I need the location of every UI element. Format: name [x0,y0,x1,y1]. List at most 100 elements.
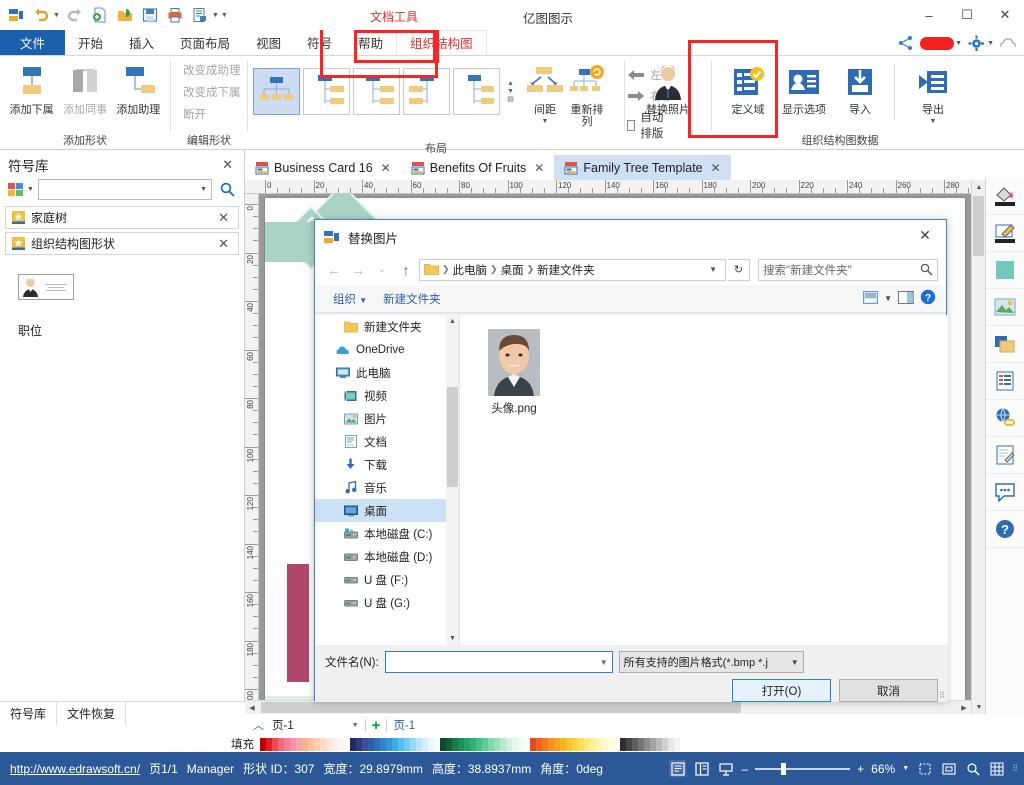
filename-dropdown-caret[interactable]: ▼ [600,658,608,667]
nav-scroll-down[interactable]: ▼ [446,632,459,645]
breadcrumb-dropdown-caret[interactable]: ▼ [705,265,721,274]
layers-icon[interactable] [986,326,1024,363]
qat-more-caret[interactable]: ▼ [221,12,228,19]
dialog-file-list[interactable]: 头像.png [459,315,948,645]
chevron-up-icon[interactable]: ︿ [251,717,266,733]
theme-color-icon[interactable] [986,252,1024,289]
cancel-button[interactable]: 取消 [839,679,938,702]
nav-pane-item-9[interactable]: 本地磁盘 (C:) [315,522,459,545]
nav-pane-item-3[interactable]: 视频 [315,384,459,407]
view-layout-icon[interactable] [863,290,879,307]
website-link[interactable]: http://www.edrawsoft.cn/ [10,762,140,776]
data-list-icon[interactable] [986,363,1024,400]
cloud-icon[interactable] [998,33,1018,53]
zoom-dropdown-caret[interactable]: ▼ [902,765,909,772]
search-icon[interactable] [216,182,238,197]
nav-scroll-thumb[interactable] [447,387,458,487]
horizontal-ruler[interactable]: 0 20 40 60 80 100 120 140 160 180 200 220 240 260 280 [245,180,985,194]
library-item-org-chart-shapes[interactable]: 组织结构图形状 ✕ [5,232,239,255]
breadcrumb-item-0[interactable]: 此电脑 [453,262,488,278]
tab-home[interactable]: 开始 [65,30,116,55]
zoom-in-button[interactable]: + [857,762,864,776]
redo-icon[interactable] [65,5,85,25]
help-icon[interactable]: ? [986,511,1024,548]
help-icon-dialog[interactable]: ? [920,289,936,308]
doc-tab-business-card-16[interactable]: Business Card 16 ✕ [245,155,401,180]
gallery-scroll-up[interactable]: ▲ [505,80,516,87]
account-dropdown-caret[interactable]: ▼ [955,40,962,47]
nav-pane-scrollbar[interactable]: ▲ ▼ [446,315,459,645]
dialog-search-input[interactable]: 搜索"新建文件夹" [758,258,938,281]
nav-pane-item-5[interactable]: 文档 [315,430,459,453]
bottom-tab-file-recovery[interactable]: 文件恢复 [57,702,127,725]
tab-insert[interactable]: 插入 [116,30,167,55]
open-folder-icon[interactable] [115,5,135,25]
save-icon[interactable] [140,5,160,25]
gear-icon[interactable] [966,33,986,53]
zoom-slider-track[interactable] [755,762,851,775]
notes-icon[interactable] [986,437,1024,474]
presentation-icon[interactable] [717,760,734,777]
preview-pane-icon[interactable] [898,290,914,307]
export-dropdown-caret[interactable]: ▼ [212,12,219,19]
define-field-button[interactable]: 定义域 [720,60,776,116]
nav-back-button[interactable]: ← [323,259,345,281]
vertical-scrollbar[interactable]: ▲ ▼ [971,180,986,714]
spacing-caret[interactable]: ▼ [542,118,549,125]
spacing-button[interactable]: 间距 ▼ [524,60,566,125]
organize-caret[interactable]: ▼ [359,296,367,305]
fill-swatch[interactable] [674,737,680,751]
dialog-navigation-pane[interactable]: 新建文件夹 OneDrive 此电脑 视频 图片 文档 下载 音乐 桌面 本地磁盘 (C:) 本地磁… [315,315,459,645]
tab-page-layout[interactable]: 页面布局 [167,30,243,55]
horizontal-scroll-thumb[interactable] [261,702,741,713]
minimize-button[interactable]: – [910,0,948,30]
library-chooser-icon[interactable] [8,182,26,198]
breadcrumb-item-1[interactable]: 桌面 [501,262,524,278]
filename-input[interactable]: ▼ [384,651,613,673]
filetype-caret[interactable]: ▼ [787,658,799,667]
grid-icon[interactable] [988,760,1005,777]
breadcrumb[interactable]: ❯ 此电脑 ❯ 桌面 ❯ 新建文件夹 ▼ [419,258,726,281]
zoom-slider-knob[interactable] [781,762,787,775]
scroll-right-arrow[interactable]: ▶ [957,701,971,715]
add-assistant-button[interactable]: 添加助理 [112,60,165,116]
scroll-down-arrow[interactable]: ▼ [972,700,986,714]
scroll-up-arrow[interactable]: ▲ [972,180,986,194]
open-button[interactable]: 打开(O) [732,679,831,702]
settings-dropdown-caret[interactable]: ▼ [987,40,994,47]
vertical-scroll-thumb[interactable] [973,196,984,256]
library-item-family-tree[interactable]: 家庭树 ✕ [5,206,239,229]
fit-page-icon[interactable] [916,760,933,777]
search-dropdown-caret[interactable]: ▼ [200,186,207,193]
filetype-select[interactable]: 所有支持的图片格式(*.bmp *.j ▼ [618,651,804,673]
decorative-pink-bar[interactable] [287,564,309,682]
add-page-button[interactable]: + [372,717,381,734]
import-button[interactable]: 导入 [832,60,888,116]
tab-symbols[interactable]: 符号 [294,30,345,55]
change-to-assistant-button[interactable]: 改变成助理 [179,60,245,82]
split-view-icon[interactable] [693,760,710,777]
replace-photo-button[interactable]: 替换照片 [631,60,705,116]
undo-icon[interactable] [31,5,51,25]
close-symbol-library-icon[interactable]: ✕ [219,157,236,173]
export-icon[interactable] [190,5,210,25]
doc-tab-benefits-of-fruits[interactable]: Benefits Of Fruits ✕ [401,155,555,180]
new-file-icon[interactable] [90,5,110,25]
nav-pane-item-12[interactable]: U 盘 (G:) [315,591,459,614]
zoom-select-icon[interactable] [964,760,981,777]
file-item-avatar[interactable]: 头像.png [474,329,554,416]
add-subordinate-button[interactable]: 添加下属 [5,60,58,116]
fill-icon[interactable] [986,178,1024,215]
nav-up-button[interactable]: ↑ [395,259,417,281]
nav-pane-item-7[interactable]: 音乐 [315,476,459,499]
print-icon[interactable] [165,5,185,25]
close-library-family-tree-icon[interactable]: ✕ [215,210,232,226]
bottom-tab-symbol-library[interactable]: 符号库 [0,702,58,725]
display-options-button[interactable]: 显示选项 [776,60,832,116]
change-to-subordinate-button[interactable]: 改变成下属 [179,82,245,104]
nav-pane-item-10[interactable]: 本地磁盘 (D:) [315,545,459,568]
nav-pane-item-8[interactable]: 桌面 [315,499,459,522]
export-caret[interactable]: ▼ [930,118,937,125]
layout-option-5[interactable] [453,68,500,115]
close-button[interactable]: ✕ [986,0,1024,30]
